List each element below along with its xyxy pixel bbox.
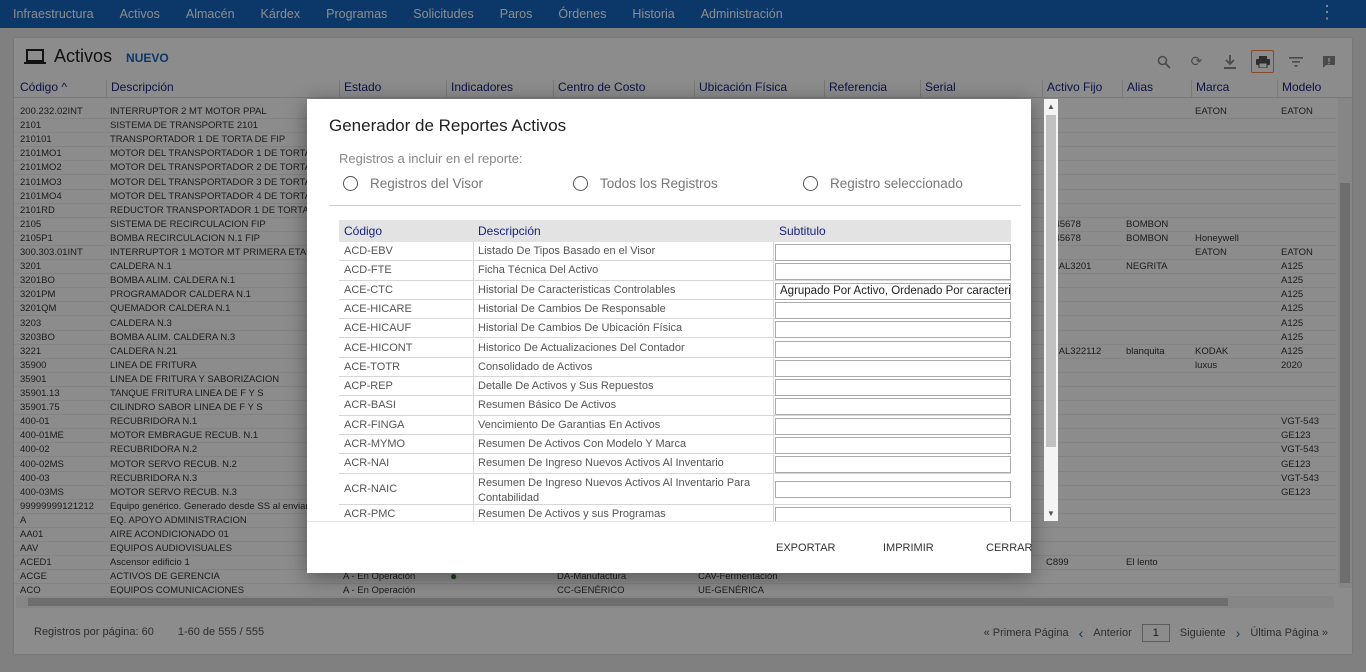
report-description: Listado De Tipos Basado en el Visor [478,245,656,257]
radio-circle[interactable] [573,176,588,191]
dialog-actions: EXPORTAR IMPRIMIR CERRAR [307,521,1032,573]
radio-label: Registro seleccionado [830,176,963,191]
report-row[interactable]: ACR-MYMO Resumen De Activos Con Modelo Y … [339,435,1011,455]
divider [329,205,1021,206]
report-description: Historial De Caracteristicas Controlable… [478,283,676,296]
report-row[interactable]: ACE-HICONT Historico De Actualizaciones D… [339,338,1011,358]
subtitle-input[interactable] [775,398,1011,416]
scroll-up-icon[interactable]: ▲ [1047,102,1055,111]
report-code: ACR-NAI [344,457,390,470]
header-subtitle: Subtitulo [779,224,826,238]
export-button[interactable]: EXPORTAR [776,542,836,554]
subtitle-input[interactable] [775,456,1011,474]
report-description: Ficha Técnica Del Activo [478,264,599,277]
dialog-scrollbar[interactable]: ▲ ▼ [1044,99,1058,521]
report-generator-dialog: Generador de Reportes Activos Registros … [307,99,1058,573]
subtitle-input[interactable] [775,506,1011,521]
dialog-subtitle: Registros a incluir en el reporte: [339,151,523,166]
subtitle-input[interactable] [775,340,1011,358]
report-row[interactable]: ACD-EBV Listado De Tipos Basado en el Vis… [339,242,1011,262]
report-row[interactable]: ACR-FINGA Vencimiento De Garantias En Act… [339,415,1011,435]
report-description: Historial De Cambios De Ubicación Física [478,322,683,335]
report-code: ACE-CTC [344,283,393,296]
report-row[interactable]: ACE-CTC Historial De Caracteristicas Cont… [339,280,1011,300]
subtitle-input[interactable] [775,321,1011,339]
radio-viewer-records[interactable]: Registros del Visor [343,176,483,191]
report-code: ACE-HICONT [344,341,413,354]
report-row[interactable]: ACE-HICAUF Historial De Cambios De Ubicac… [339,319,1011,339]
report-row[interactable]: ACR-PMC Resumen De Activos y sus Programa… [339,504,1011,521]
report-row[interactable]: ACR-NAIC Resumen De Ingreso Nuevos Activo… [339,473,1011,505]
app: Infraestructura Activos Almacén Kárdex Progr… [0,0,1366,672]
report-description: Detalle De Activos y Sus Repuestos [478,380,654,393]
subtitle-input[interactable] [775,480,1011,498]
subtitle-input[interactable] [775,244,1011,261]
report-description: Resumen De Ingreso Nuevos Activos Al Inv… [478,457,724,470]
subtitle-input[interactable] [775,301,1011,319]
report-row[interactable]: ACP-REP Detalle De Activos y Sus Repuesto… [339,377,1011,397]
report-description: Historial De Cambios De Responsable [478,302,666,315]
report-description: Vencimiento De Garantias En Activos [478,418,661,431]
radio-label: Todos los Registros [600,176,718,191]
scroll-down-icon[interactable]: ▼ [1047,509,1055,518]
subtitle-input[interactable] [775,417,1011,435]
report-code: ACR-FINGA [344,418,405,431]
subtitle-input[interactable] [775,379,1011,397]
reports-table-header: Código Descripción Subtitulo [339,220,1011,242]
report-code: ACR-MYMO [344,438,406,450]
report-code: ACE-HICARE [344,302,412,315]
report-row[interactable]: ACR-NAI Resumen De Ingreso Nuevos Activos… [339,454,1011,474]
subtitle-input[interactable]: Agrupado Por Activo, Ordenado Por caract… [775,282,1011,300]
report-description: Historico De Actualizaciones Del Contado… [478,341,685,354]
report-description: Consolidado de Activos [478,360,593,373]
report-row[interactable]: ACR-BASI Resumen Básico De Activos [339,396,1011,416]
dialog-title: Generador de Reportes Activos [329,116,567,135]
report-code: ACP-REP [344,380,393,393]
subtitle-input[interactable] [775,437,1011,454]
print-button[interactable]: IMPRIMIR [883,542,934,554]
report-code: ACD-FTE [344,264,392,277]
report-row[interactable]: ACE-TOTR Consolidado de Activos [339,357,1011,378]
header-description: Descripción [478,224,541,238]
report-code: ACD-EBV [344,245,393,257]
report-code: ACR-PMC [344,507,396,520]
close-button[interactable]: CERRAR [986,542,1032,554]
report-row[interactable]: ACE-HICARE Historial De Cambios De Respon… [339,299,1011,320]
report-code: ACR-BASI [344,399,396,412]
radio-circle[interactable] [803,176,818,191]
subtitle-input[interactable] [775,263,1011,281]
report-code: ACE-TOTR [344,360,401,373]
report-description: Resumen De Ingreso Nuevos Activos Al Inv… [478,476,751,504]
radio-all-records[interactable]: Todos los Registros [573,176,718,191]
report-description: Resumen Básico De Activos [478,399,617,412]
report-row[interactable]: ACD-FTE Ficha Técnica Del Activo [339,261,1011,281]
radio-label: Registros del Visor [370,176,484,191]
radio-selected-record[interactable]: Registro seleccionado [803,176,963,191]
report-code: ACE-HICAUF [344,322,412,335]
radio-circle[interactable] [343,176,358,191]
header-code: Código [344,224,383,238]
subtitle-input[interactable] [775,359,1011,377]
report-description: Resumen De Activos Con Modelo Y Marca [478,438,687,450]
report-description: Resumen De Activos y sus Programas [478,507,666,520]
report-code: ACR-NAIC [344,482,398,495]
